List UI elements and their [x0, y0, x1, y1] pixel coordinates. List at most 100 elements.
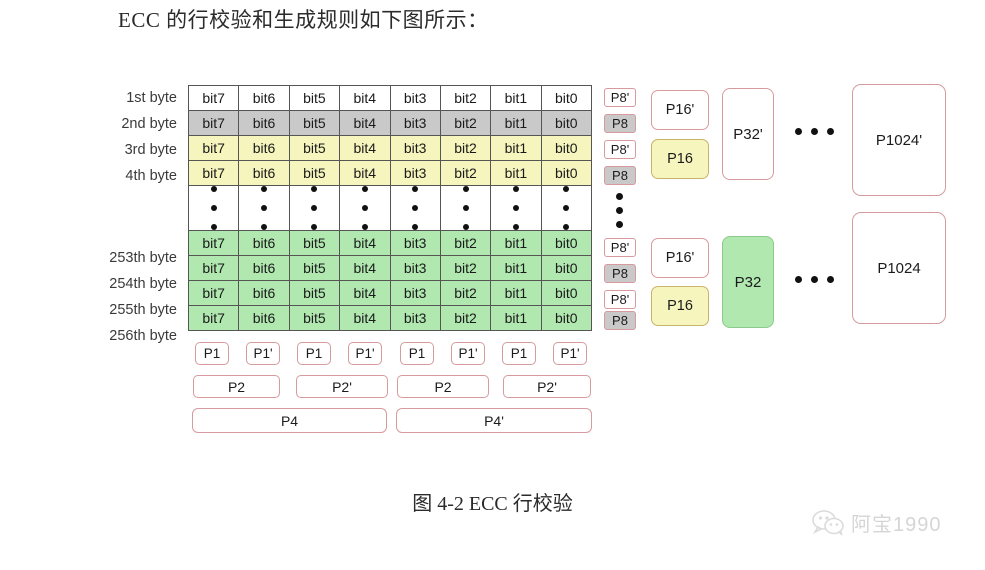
- table-row: bit7 bit6 bit5 bit4 bit3 bit2 bit1 bit0: [187, 255, 593, 281]
- p1-box: P1': [451, 342, 485, 365]
- table-row: bit7 bit6 bit5 bit4 bit3 bit2 bit1 bit0: [187, 85, 593, 111]
- p16-box: P16': [651, 238, 709, 278]
- wechat-icon: [812, 509, 844, 535]
- bit-cell: bit7: [187, 85, 240, 111]
- horizontal-ellipsis-icon: [795, 128, 834, 135]
- p8-box: P8': [604, 238, 636, 257]
- bit-cell: bit6: [238, 110, 290, 136]
- bit-cell: bit6: [238, 255, 290, 281]
- table-row-ellipsis: [187, 185, 593, 231]
- p2-box: P2: [193, 375, 280, 398]
- p1-box: P1: [400, 342, 434, 365]
- bit-cell: bit1: [490, 280, 542, 306]
- vertical-ellipsis-icon: [340, 186, 389, 230]
- bit-cell: bit5: [288, 160, 341, 186]
- byte-row-label: 3rd byte: [124, 142, 177, 158]
- vertical-ellipsis-cell: [540, 185, 593, 231]
- vertical-ellipsis-icon: [239, 186, 288, 230]
- byte-row-label-ellipsis: [60, 189, 185, 245]
- bit-cell: bit4: [339, 305, 391, 331]
- bit-cell: bit7: [187, 110, 240, 136]
- p8-box: P8: [604, 166, 636, 185]
- table-row: bit7 bit6 bit5 bit4 bit3 bit2 bit1 bit0: [187, 305, 593, 331]
- bit-cell: bit3: [389, 230, 441, 256]
- vertical-ellipsis-icon: [542, 186, 591, 230]
- bit-cell: bit6: [238, 280, 290, 306]
- p4-box: P4': [396, 408, 592, 433]
- vertical-ellipsis-cell: [490, 185, 542, 231]
- p8-vertical-ellipsis-icon: [616, 193, 623, 228]
- bit-cell: bit3: [389, 135, 441, 161]
- bit-cell: bit3: [389, 280, 441, 306]
- bit-cell: bit1: [490, 85, 542, 111]
- bit-cell: bit5: [288, 110, 341, 136]
- bit-cell: bit7: [187, 135, 240, 161]
- p16-box: P16: [651, 139, 709, 179]
- byte-row-label: 255th byte: [109, 302, 177, 318]
- bit-cell: bit0: [540, 85, 593, 111]
- p16-box: P16': [651, 90, 709, 130]
- vertical-ellipsis-cell: [389, 185, 441, 231]
- byte-row-label: 4th byte: [125, 168, 177, 184]
- vertical-ellipsis-cell: [339, 185, 391, 231]
- bit-cell: bit2: [439, 280, 492, 306]
- vertical-ellipsis-cell: [439, 185, 492, 231]
- p1024-box: P1024': [852, 84, 946, 196]
- bit-cell: bit2: [439, 255, 492, 281]
- bit-cell: bit0: [540, 305, 593, 331]
- p8-box: P8': [604, 290, 636, 309]
- bit-cell: bit2: [439, 230, 492, 256]
- bit-cell: bit4: [339, 135, 391, 161]
- p2-box: P2': [296, 375, 388, 398]
- p2-box: P2': [503, 375, 591, 398]
- bit-cell: bit3: [389, 85, 441, 111]
- byte-row-label: 256th byte: [109, 328, 177, 344]
- bit-cell: bit6: [238, 305, 290, 331]
- bit-grid-table: bit7 bit6 bit5 bit4 bit3 bit2 bit1 bit0 …: [187, 85, 593, 331]
- bit-cell: bit4: [339, 110, 391, 136]
- bit-cell: bit4: [339, 85, 391, 111]
- p1024-box: P1024: [852, 212, 946, 324]
- p1-box: P1: [195, 342, 229, 365]
- p8-box: P8': [604, 88, 636, 107]
- byte-row-label: 253th byte: [109, 250, 177, 266]
- byte-row-label-column: 1st byte 2nd byte 3rd byte 4th byte 253t…: [60, 85, 185, 349]
- vertical-ellipsis-icon: [441, 186, 490, 230]
- bit-cell: bit2: [439, 135, 492, 161]
- bit-cell: bit6: [238, 135, 290, 161]
- vertical-ellipsis-icon: [189, 186, 238, 230]
- horizontal-ellipsis-icon: [795, 276, 834, 283]
- bit-cell: bit0: [540, 255, 593, 281]
- p16-box: P16: [651, 286, 709, 326]
- table-row: bit7 bit6 bit5 bit4 bit3 bit2 bit1 bit0: [187, 160, 593, 186]
- vertical-ellipsis-cell: [187, 185, 240, 231]
- bit-cell: bit4: [339, 280, 391, 306]
- p32-box: P32': [722, 88, 774, 180]
- bit-cell: bit4: [339, 230, 391, 256]
- diagram-canvas: ECC 的行校验和生成规则如下图所示： 1st byte 2nd byte 3r…: [0, 0, 985, 570]
- bit-cell: bit0: [540, 280, 593, 306]
- bit-cell: bit3: [389, 110, 441, 136]
- bit-cell: bit6: [238, 85, 290, 111]
- bit-cell: bit5: [288, 280, 341, 306]
- bit-cell: bit1: [490, 305, 542, 331]
- p8-box: P8: [604, 311, 636, 330]
- p4-box: P4: [192, 408, 387, 433]
- bit-cell: bit7: [187, 160, 240, 186]
- byte-row-label: 1st byte: [126, 90, 177, 106]
- vertical-ellipsis-icon: [491, 186, 540, 230]
- p1-box: P1: [502, 342, 536, 365]
- bit-cell: bit2: [439, 85, 492, 111]
- bit-cell: bit7: [187, 305, 240, 331]
- bit-cell: bit0: [540, 230, 593, 256]
- bit-cell: bit1: [490, 110, 542, 136]
- bit-cell: bit6: [238, 230, 290, 256]
- bit-cell: bit0: [540, 160, 593, 186]
- bit-cell: bit7: [187, 280, 240, 306]
- bit-cell: bit5: [288, 255, 341, 281]
- p8-box: P8: [604, 114, 636, 133]
- bit-cell: bit5: [288, 135, 341, 161]
- byte-row-label: 2nd byte: [121, 116, 177, 132]
- bit-cell: bit7: [187, 230, 240, 256]
- p32-box: P32: [722, 236, 774, 328]
